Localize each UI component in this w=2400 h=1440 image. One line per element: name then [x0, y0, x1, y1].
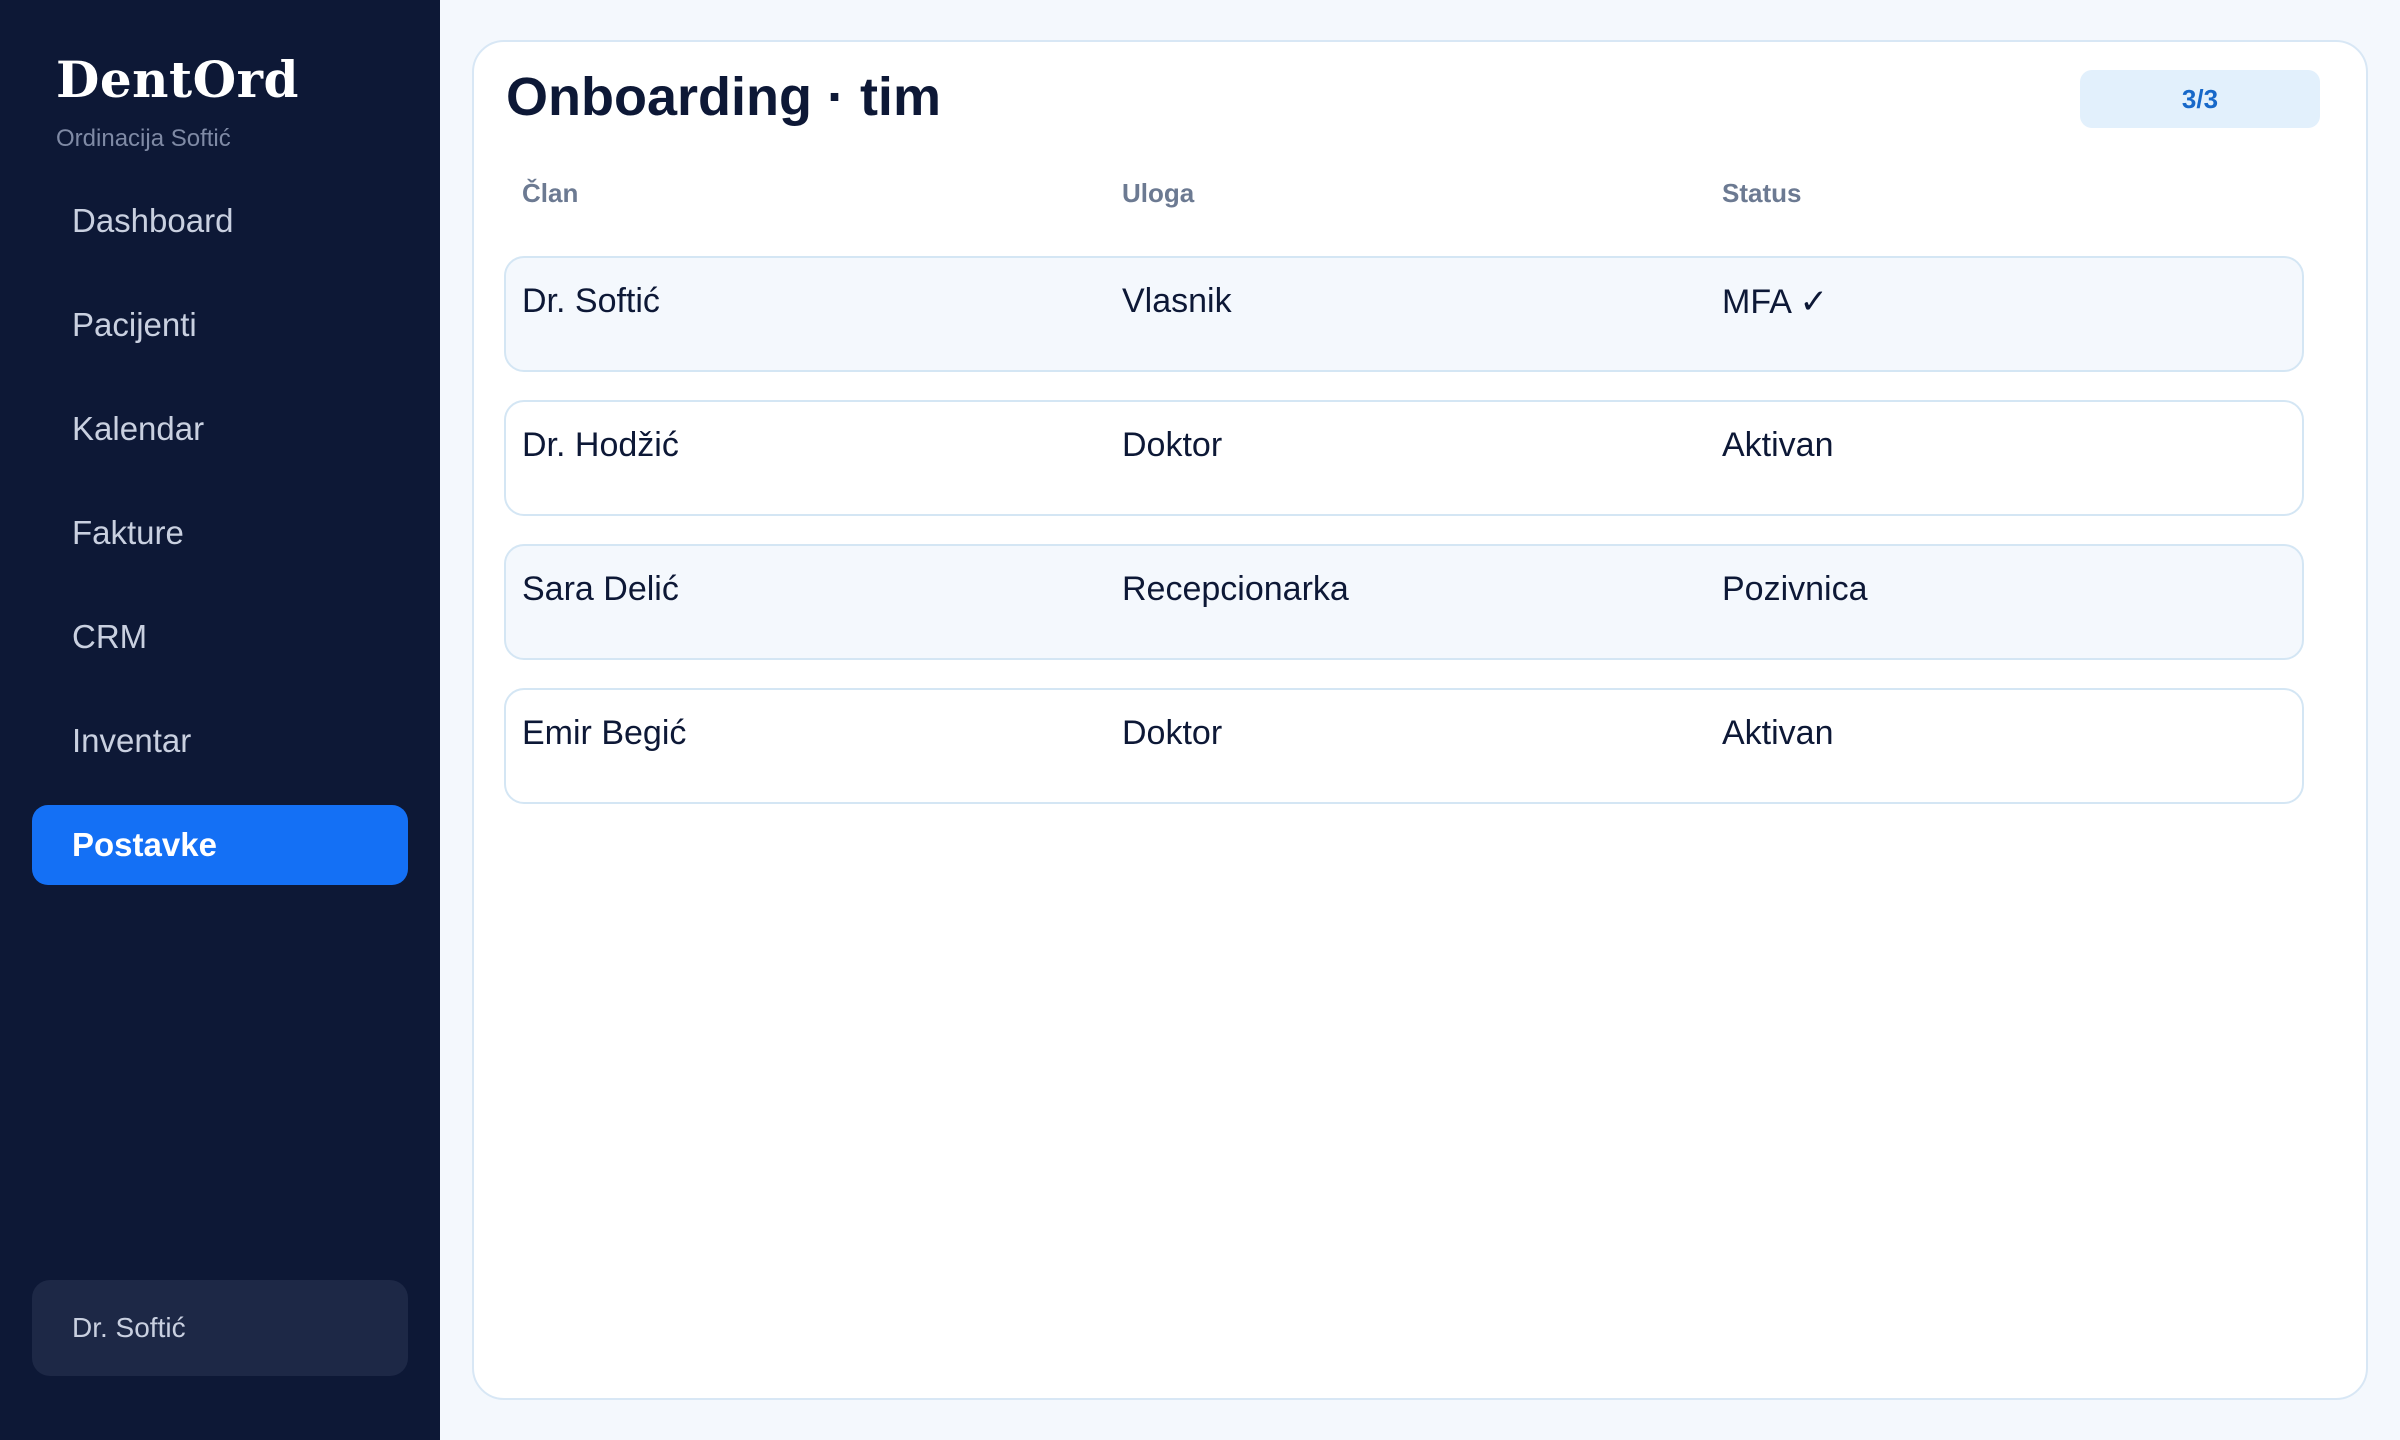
member-name: Emir Begić [522, 714, 687, 752]
sidebar-item-inventar[interactable]: Inventar [32, 701, 408, 781]
member-status: Pozivnica [1722, 570, 1868, 608]
column-header-status: Status [1722, 178, 1802, 208]
sidebar: DentOrd Ordinacija Softić Dashboard Paci… [0, 0, 440, 1440]
member-role: Vlasnik [1122, 282, 1232, 320]
clinic-name: Ordinacija Softić [56, 125, 231, 152]
member-name: Dr. Softić [522, 282, 660, 320]
team-table: Dr. Softić Vlasnik MFA ✓ Dr. Hodžić Dokt… [504, 256, 2304, 832]
sidebar-nav: Dashboard Pacijenti Kalendar Fakture CRM… [32, 181, 408, 909]
sidebar-item-dashboard[interactable]: Dashboard [32, 181, 408, 261]
column-header-role: Uloga [1122, 178, 1195, 208]
sidebar-item-kalendar[interactable]: Kalendar [32, 389, 408, 469]
member-name: Dr. Hodžić [522, 426, 679, 464]
table-row[interactable]: Dr. Softić Vlasnik MFA ✓ [504, 256, 2304, 372]
app-logo: DentOrd [56, 50, 299, 109]
step-badge: 3/3 [2080, 70, 2320, 128]
table-header: Član Uloga Status [522, 178, 2302, 226]
member-role: Recepcionarka [1122, 570, 1349, 608]
sidebar-item-fakture[interactable]: Fakture [32, 493, 408, 573]
member-role: Doktor [1122, 426, 1223, 464]
sidebar-item-pacijenti[interactable]: Pacijenti [32, 285, 408, 365]
member-status: Aktivan [1722, 714, 1834, 752]
sidebar-item-postavke[interactable]: Postavke [32, 805, 408, 885]
member-status: Aktivan [1722, 426, 1834, 464]
table-row[interactable]: Sara Delić Recepcionarka Pozivnica [504, 544, 2304, 660]
user-menu-button[interactable]: Dr. Softić [32, 1280, 408, 1376]
onboarding-panel: Onboarding · tim 3/3 Član Uloga Status D… [472, 40, 2368, 1400]
page-title: Onboarding · tim [506, 67, 941, 127]
column-header-member: Član [522, 178, 579, 208]
table-row[interactable]: Dr. Hodžić Doktor Aktivan [504, 400, 2304, 516]
sidebar-item-crm[interactable]: CRM [32, 597, 408, 677]
table-row[interactable]: Emir Begić Doktor Aktivan [504, 688, 2304, 804]
member-name: Sara Delić [522, 570, 679, 608]
member-status: MFA ✓ [1722, 283, 1828, 321]
member-role: Doktor [1122, 714, 1223, 752]
